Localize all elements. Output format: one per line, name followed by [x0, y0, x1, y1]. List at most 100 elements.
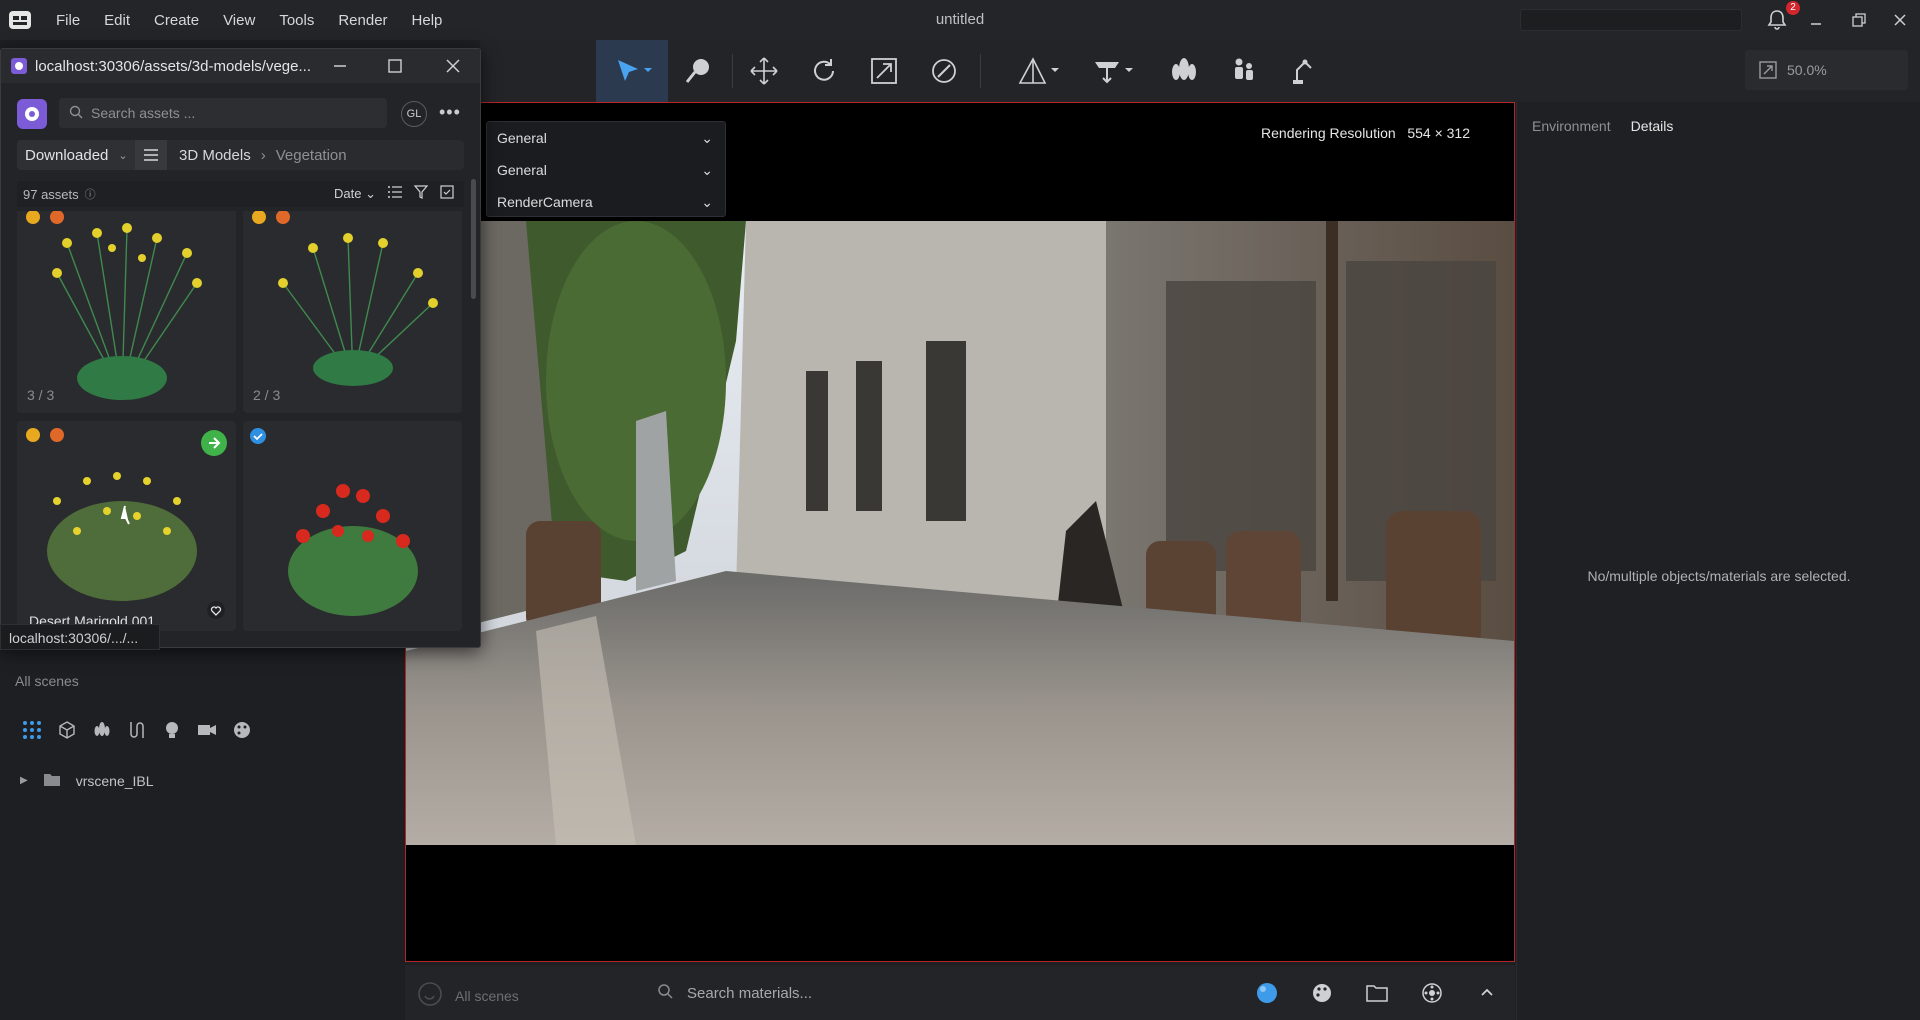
menu-create[interactable]: Create — [142, 12, 211, 29]
lighting-preset-select[interactable]: General ⌄ — [487, 154, 725, 186]
tab-details[interactable]: Details — [1631, 118, 1674, 134]
variant-counter: 2 / 3 — [253, 387, 281, 403]
app-logo-icon[interactable] — [0, 0, 40, 40]
scene-outliner — [0, 642, 404, 1020]
geometry-filter-icon[interactable] — [55, 718, 79, 742]
breadcrumb-3d-models[interactable]: 3D Models — [179, 147, 251, 164]
asset-card[interactable]: 2 / 3 — [243, 211, 462, 413]
render-viewport[interactable]: Rendering Resolution 554 × 312 General ⌄… — [405, 102, 1515, 962]
asset-library-window: localhost:30306/assets/3d-models/vege...… — [0, 48, 481, 648]
all-objects-filter-icon[interactable] — [20, 718, 44, 742]
material-search-input[interactable]: Search materials... — [657, 983, 812, 1003]
info-icon[interactable]: ⓘ — [85, 186, 96, 202]
resize-icon — [1759, 61, 1777, 79]
paint-select-icon[interactable] — [668, 40, 728, 102]
robot-arm-icon[interactable] — [1274, 40, 1334, 102]
rotate-icon[interactable] — [794, 40, 854, 102]
asset-window-titlebar[interactable]: localhost:30306/assets/3d-models/vege... — [1, 49, 480, 83]
asset-search-input[interactable]: Search assets ... — [59, 98, 387, 128]
folder-icon — [43, 772, 60, 789]
asset-library-logo-icon[interactable] — [17, 99, 47, 129]
title-search-field[interactable] — [1520, 9, 1742, 31]
notification-bell-icon[interactable] — [1766, 8, 1788, 35]
vegetation-filter-icon[interactable] — [90, 718, 114, 742]
source-select[interactable]: Downloaded ⌄ — [17, 140, 135, 170]
place-on-surface-icon[interactable] — [1004, 40, 1074, 102]
category-list-icon[interactable] — [135, 140, 167, 170]
filter-icon[interactable] — [413, 185, 429, 202]
spline-filter-icon[interactable] — [125, 718, 149, 742]
menu-tools[interactable]: Tools — [267, 12, 326, 29]
tab-environment[interactable]: Environment — [1532, 118, 1611, 134]
asset-thumbnail — [52, 223, 202, 400]
scenes-circle-icon — [417, 981, 443, 1010]
asset-grid-scrollbar[interactable] — [471, 179, 476, 299]
user-avatar[interactable]: GL — [401, 101, 427, 127]
camera-select[interactable]: RenderCamera ⌄ — [487, 186, 725, 218]
menu-render[interactable]: Render — [326, 12, 399, 29]
light-icon[interactable] — [1078, 40, 1148, 102]
minimize-icon[interactable] — [330, 56, 350, 76]
chevron-up-icon[interactable] — [1473, 979, 1501, 1007]
minimize-window-icon[interactable] — [1806, 10, 1826, 30]
menu-view[interactable]: View — [211, 12, 267, 29]
empty-selection-message: No/multiple objects/materials are select… — [1587, 568, 1851, 584]
material-filter-icon[interactable] — [230, 718, 254, 742]
vegetation-icon[interactable] — [1154, 40, 1214, 102]
tree-item-label: vrscene_IBL — [75, 772, 154, 789]
all-scenes-label: All scenes — [15, 673, 79, 689]
breadcrumb-vegetation[interactable]: Vegetation — [276, 147, 347, 164]
restore-window-icon[interactable] — [1848, 10, 1868, 30]
viewport-settings-dropdown[interactable]: General ⌄ General ⌄ RenderCamera ⌄ — [486, 121, 726, 217]
sort-select[interactable]: Date ⌄ — [334, 186, 376, 202]
search-icon — [657, 983, 673, 1003]
scatter-icon[interactable] — [914, 40, 974, 102]
asset-thumbnail — [278, 233, 438, 386]
close-icon[interactable] — [443, 56, 463, 76]
more-options-icon[interactable]: ••• — [439, 102, 461, 123]
chevron-down-icon: ⌄ — [701, 193, 713, 210]
zoom-level-field[interactable]: 50.0% — [1745, 50, 1908, 90]
outliner-filters — [20, 718, 254, 742]
move-icon[interactable] — [734, 40, 794, 102]
chevron-down-icon: ⌄ — [701, 161, 713, 178]
asset-count-row: 97 assets ⓘ Date ⌄ — [17, 181, 464, 207]
maximize-icon[interactable] — [385, 56, 405, 76]
properties-panel: Environment Details No/multiple objects/… — [1516, 102, 1920, 1020]
scene-scope-selector[interactable]: All scenes — [417, 981, 519, 1010]
palette-icon[interactable] — [1308, 979, 1336, 1007]
asset-card[interactable] — [243, 421, 462, 631]
light-filter-icon[interactable] — [160, 718, 184, 742]
material-browser-bar: All scenes Search materials... — [405, 965, 1515, 1020]
select-all-icon[interactable] — [440, 185, 454, 202]
favorite-heart-icon[interactable] — [206, 600, 226, 625]
tree-item-vrscene[interactable]: ▶ vrscene_IBL — [20, 772, 154, 789]
chevron-right-icon: › — [260, 146, 266, 164]
asset-thumbnail — [288, 484, 418, 616]
menu-help[interactable]: Help — [400, 12, 455, 29]
menu-edit[interactable]: Edit — [92, 12, 142, 29]
camera-filter-icon[interactable] — [195, 718, 219, 742]
expand-arrow-icon[interactable]: ▶ — [20, 775, 28, 786]
asset-card[interactable]: 3 / 3 — [17, 211, 236, 413]
notification-count-badge: 2 — [1786, 1, 1800, 15]
close-window-icon[interactable] — [1890, 10, 1910, 30]
select-arrow-icon[interactable] — [596, 40, 668, 102]
menu-file[interactable]: File — [44, 12, 92, 29]
asset-thumbnail — [47, 472, 197, 601]
list-view-icon[interactable] — [388, 186, 402, 201]
chevron-down-icon: ⌄ — [701, 129, 713, 146]
asset-card[interactable]: Desert Marigold 001 — [17, 421, 236, 631]
render-image — [406, 221, 1514, 845]
asset-window-url: localhost:30306/assets/3d-models/vege... — [35, 57, 311, 75]
asset-count: 97 assets — [23, 186, 79, 202]
texture-icon[interactable] — [1418, 979, 1446, 1007]
rendering-resolution: Rendering Resolution 554 × 312 — [1261, 125, 1470, 141]
render-preset-select[interactable]: General ⌄ — [487, 122, 725, 154]
main-toolbar — [480, 40, 1920, 102]
people-icon[interactable] — [1214, 40, 1274, 102]
material-sphere-icon[interactable] — [1253, 979, 1281, 1007]
folder-open-icon[interactable] — [1363, 979, 1391, 1007]
scale-icon[interactable] — [854, 40, 914, 102]
chevron-down-icon: ⌄ — [118, 149, 128, 162]
